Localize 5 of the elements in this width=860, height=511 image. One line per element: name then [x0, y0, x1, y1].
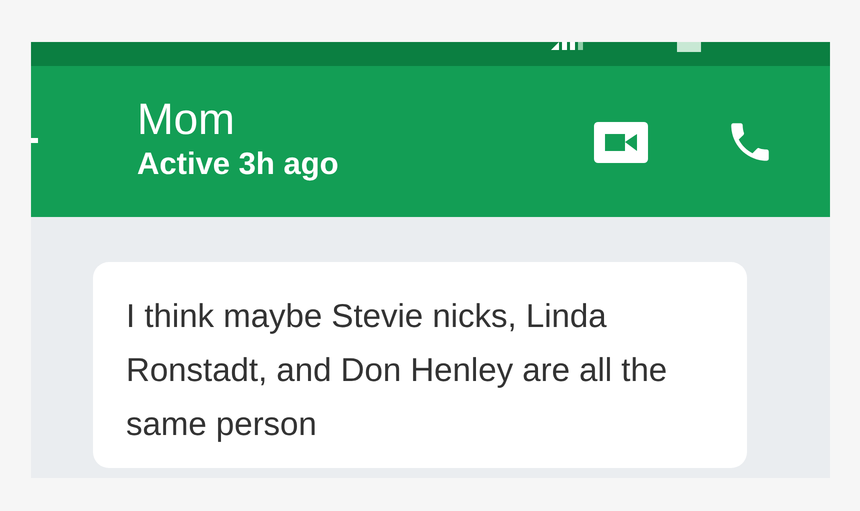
- active-status: Active 3h ago: [137, 144, 339, 182]
- message-bubble: I think maybe Stevie nicks, Linda Ronstadt, and Don Henley are all the same person: [93, 262, 747, 468]
- video-call-icon[interactable]: [594, 122, 648, 163]
- battery-icon: [677, 42, 701, 52]
- contact-name: Mom: [137, 94, 236, 144]
